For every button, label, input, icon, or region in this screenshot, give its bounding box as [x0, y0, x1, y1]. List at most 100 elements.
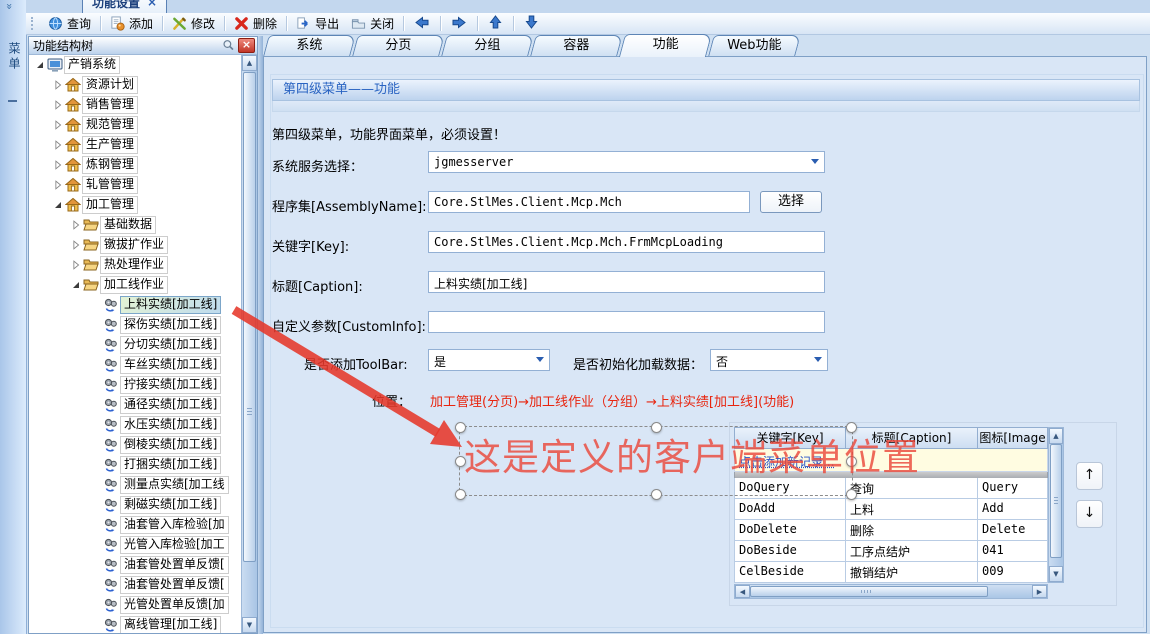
tree-node[interactable]: 剩磁实绩[加工线] — [29, 495, 242, 515]
grid-hscrollbar-thumb[interactable] — [750, 586, 988, 597]
tree-node[interactable]: 油套管处置单反馈[ — [29, 555, 242, 575]
table-row[interactable]: DoBeside工序点结炉041 — [734, 541, 1048, 562]
tree-node[interactable]: 基础数据 — [29, 215, 242, 235]
tree-node[interactable]: 分切实绩[加工线] — [29, 335, 242, 355]
tree-scrollbar-thumb[interactable] — [243, 72, 256, 562]
tree-node[interactable]: 倒棱实绩[加工线] — [29, 435, 242, 455]
tree-node[interactable]: 资源计划 — [29, 75, 242, 95]
tree-node[interactable]: 规范管理 — [29, 115, 242, 135]
tree-node[interactable]: 离线管理[加工线] — [29, 615, 242, 633]
expanded-triangle-icon[interactable] — [69, 279, 83, 291]
toolbar-flag-combo[interactable]: 是 — [428, 349, 550, 371]
tree-node[interactable]: 水压实绩[加工线] — [29, 415, 242, 435]
column-header[interactable]: 图标[Image — [978, 427, 1048, 449]
tree-node[interactable]: 产销系统 — [29, 55, 242, 75]
tree-node[interactable]: 车丝实绩[加工线] — [29, 355, 242, 375]
resize-handle[interactable] — [846, 489, 857, 500]
init-load-combo[interactable]: 否 — [710, 349, 828, 371]
scroll-down-icon[interactable]: ▼ — [242, 617, 257, 633]
row-up-button[interactable]: ↑ — [1076, 462, 1103, 490]
chevron-down-icon[interactable] — [814, 357, 822, 362]
tree-scrollbar[interactable]: ▲ ▼ — [241, 55, 257, 633]
collapsed-triangle-icon[interactable] — [51, 119, 65, 131]
tree-node[interactable]: 油套管处置单反馈[ — [29, 575, 242, 595]
tab-Web功能[interactable]: Web功能 — [708, 35, 801, 56]
chevron-down-icon[interactable] — [536, 357, 544, 362]
row-down-button[interactable]: ↓ — [1076, 500, 1103, 528]
tree-node[interactable]: 测量点实绩[加工线 — [29, 475, 242, 495]
nav-down-button[interactable] — [517, 13, 546, 34]
tree-node[interactable]: 光管处置单反馈[加 — [29, 595, 242, 615]
resize-handle[interactable] — [455, 489, 466, 500]
key-field[interactable]: Core.StlMes.Client.Mcp.Mch.FrmMcpLoading — [428, 231, 825, 253]
tree-node[interactable]: 轧管管理 — [29, 175, 242, 195]
collapsed-triangle-icon[interactable] — [51, 139, 65, 151]
tree-node[interactable]: 热处理作业 — [29, 255, 242, 275]
collapsed-triangle-icon[interactable] — [51, 179, 65, 191]
scroll-left-icon[interactable]: ◀ — [735, 585, 750, 598]
scroll-down-icon[interactable]: ▼ — [1049, 566, 1063, 582]
resize-handle[interactable] — [651, 422, 662, 433]
tree-node[interactable]: 探伤实绩[加工线] — [29, 315, 242, 335]
tree-node[interactable]: 生产管理 — [29, 135, 242, 155]
assembly-field[interactable]: Core.StlMes.Client.Mcp.Mch — [428, 191, 750, 213]
nav-up-button[interactable] — [481, 13, 510, 34]
tab-close-icon[interactable]: × — [147, 0, 157, 8]
nav-right-button[interactable] — [444, 14, 474, 34]
expanded-triangle-icon[interactable] — [33, 59, 47, 71]
grid-scrollbar-thumb[interactable] — [1050, 444, 1062, 558]
resize-handle[interactable] — [651, 489, 662, 500]
resize-handle[interactable] — [455, 422, 466, 433]
grid-horizontal-scrollbar[interactable]: ◀ ▶ — [734, 584, 1048, 599]
scroll-up-icon[interactable]: ▲ — [242, 55, 257, 71]
grid-vertical-scrollbar[interactable]: ▲ ▼ — [1048, 427, 1064, 583]
tree-node[interactable]: 销售管理 — [29, 95, 242, 115]
menu-dock-strip[interactable]: » 菜单 — [0, 0, 27, 634]
collapsed-triangle-icon[interactable] — [69, 259, 83, 271]
scroll-up-icon[interactable]: ▲ — [1049, 428, 1063, 444]
collapsed-triangle-icon[interactable] — [51, 79, 65, 91]
caption-field[interactable]: 上料实绩[加工线] — [428, 271, 825, 293]
tree-node[interactable]: 镦拔扩作业 — [29, 235, 242, 255]
menu-strip-label[interactable]: 菜单 — [6, 42, 23, 72]
table-row[interactable]: CelBeside撤销结炉009 — [734, 562, 1048, 583]
panel-close-button[interactable]: × — [238, 38, 255, 53]
tab-分组[interactable]: 分组 — [441, 35, 534, 56]
tree-node[interactable]: 上料实绩[加工线] — [29, 295, 242, 315]
expanded-triangle-icon[interactable] — [51, 199, 65, 211]
toolbar-grip[interactable] — [31, 17, 37, 30]
pin-icon[interactable] — [221, 39, 236, 53]
tab-分页[interactable]: 分页 — [352, 35, 445, 56]
toolbar-button-export[interactable]: 导出 — [290, 14, 345, 33]
table-row[interactable]: DoDelete删除Delete — [734, 520, 1048, 541]
table-row[interactable]: DoAdd上料Add — [734, 499, 1048, 520]
tree-node[interactable]: 拧接实绩[加工线] — [29, 375, 242, 395]
document-tab[interactable]: 功能设置 × — [82, 0, 167, 14]
select-button[interactable]: 选择 — [760, 191, 822, 213]
tree-node[interactable]: 加工管理 — [29, 195, 242, 215]
tree-node[interactable]: 油套管入库检验[加 — [29, 515, 242, 535]
tree-node[interactable]: 炼钢管理 — [29, 155, 242, 175]
tree-node[interactable]: 加工线作业 — [29, 275, 242, 295]
toolbar-button-add[interactable]: 添加 — [104, 14, 159, 33]
tab-系统[interactable]: 系统 — [263, 35, 356, 56]
toolbar-button-modify[interactable]: 修改 — [166, 14, 221, 33]
collapse-chevron-icon[interactable]: » — [3, 3, 16, 10]
tree-node[interactable]: 打捆实绩[加工线] — [29, 455, 242, 475]
collapsed-triangle-icon[interactable] — [69, 219, 83, 231]
chevron-down-icon[interactable] — [811, 159, 819, 164]
tab-功能[interactable]: 功能 — [619, 34, 712, 57]
nav-left-button[interactable] — [407, 14, 437, 34]
scroll-right-icon[interactable]: ▶ — [1032, 585, 1047, 598]
toolbar-button-query[interactable]: 查询 — [42, 14, 97, 33]
toolbar-button-close[interactable]: 关闭 — [345, 14, 400, 33]
custominfo-field[interactable] — [428, 311, 825, 333]
tree-node[interactable]: 通径实绩[加工线] — [29, 395, 242, 415]
resize-handle[interactable] — [846, 422, 857, 433]
collapsed-triangle-icon[interactable] — [69, 239, 83, 251]
collapsed-triangle-icon[interactable] — [51, 99, 65, 111]
tree-node[interactable]: 光管入库检验[加工 — [29, 535, 242, 555]
collapsed-triangle-icon[interactable] — [51, 159, 65, 171]
tab-容器[interactable]: 容器 — [530, 35, 623, 56]
toolbar-button-delete[interactable]: 删除 — [228, 14, 283, 33]
